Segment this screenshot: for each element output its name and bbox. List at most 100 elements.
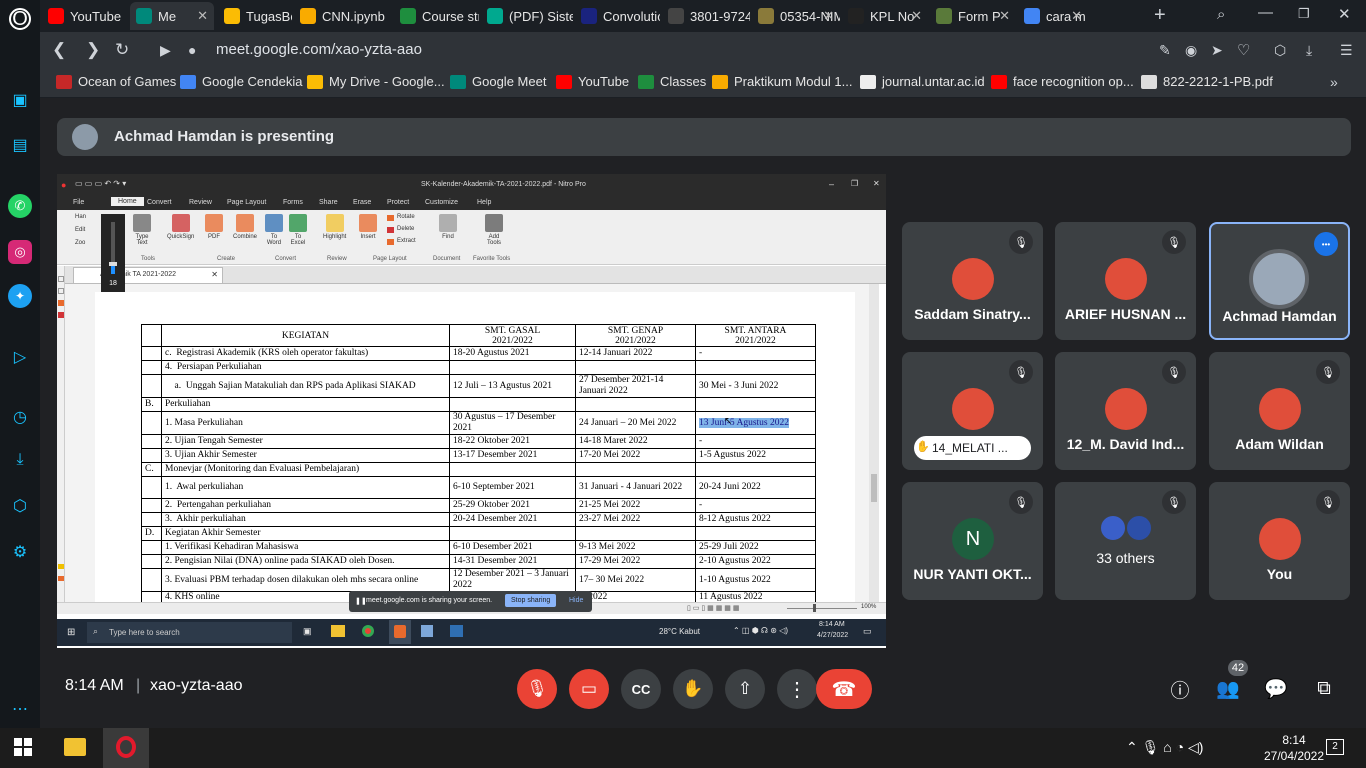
close-tab-icon[interactable]: ✕ <box>197 8 208 24</box>
camera-indicator-icon[interactable]: ▶ <box>160 42 171 59</box>
minimize-button[interactable]: — <box>1258 4 1273 21</box>
participant-tile[interactable]: 12_M. David Ind... 🎙 <box>1055 352 1196 470</box>
whatsapp-icon[interactable]: ✆ <box>8 194 32 218</box>
bookmark-4[interactable]: YouTube <box>556 74 629 89</box>
bookmark-7[interactable]: journal.untar.ac.id <box>860 74 985 89</box>
menu-convert[interactable]: Convert <box>147 199 172 206</box>
nitro-minimize-button[interactable]: – <box>829 179 834 189</box>
url-field[interactable]: meet.google.com/xao-yzta-aao <box>216 41 422 58</box>
close-tab-icon[interactable]: ✕ <box>911 8 922 24</box>
ribbon-rotate[interactable]: Rotate <box>387 214 415 221</box>
zoom-handle[interactable] <box>813 604 816 612</box>
camera-off-button[interactable]: ▭ <box>569 669 609 709</box>
leave-call-button[interactable]: ☎ <box>816 669 872 709</box>
menu-page-layout[interactable]: Page Layout <box>227 199 266 206</box>
workspaces-icon[interactable]: ▣ <box>8 88 32 112</box>
close-tab-icon[interactable]: ✕ <box>1071 8 1082 24</box>
hide-button[interactable]: Hide <box>569 597 583 604</box>
reload-button[interactable]: ↻ <box>115 40 129 60</box>
ribbon-add-tools[interactable]: Add Tools <box>485 214 503 246</box>
document-view[interactable]: KEGIATAN SMT. GASAL 2021/2022 SMT. GENAP 2… <box>65 284 879 604</box>
tab-6[interactable]: Convolutio <box>575 2 660 30</box>
menu-home[interactable]: Home <box>111 197 144 206</box>
nitro-restore-button[interactable]: ❐ <box>851 179 858 188</box>
opera-taskbar-button[interactable] <box>103 728 149 768</box>
people-icon[interactable]: 👥 <box>1216 677 1240 701</box>
twitch-icon[interactable]: ▤ <box>8 133 32 157</box>
raise-hand-button[interactable]: ✋ <box>673 669 713 709</box>
bookmark-6[interactable]: Praktikum Modul 1... <box>712 74 853 89</box>
download-icon[interactable]: ⤓ <box>1306 42 1312 59</box>
photos-icon[interactable] <box>450 625 463 637</box>
tab-0[interactable]: YouTube <box>42 2 128 30</box>
attachments-panel-icon[interactable] <box>58 312 64 318</box>
participant-tile[interactable]: ARIEF HUSNAN ... 🎙 <box>1055 222 1196 340</box>
highlighted-text[interactable]: 13 Juni-5 Agustus 2022 <box>699 417 789 428</box>
tab-8[interactable]: 05354-NIM ✕ <box>752 2 840 30</box>
bookmark-2[interactable]: My Drive - Google... <box>307 74 445 89</box>
participant-tile[interactable]: You 🎙 <box>1209 482 1350 600</box>
ribbon-highlight[interactable]: Highlight <box>323 214 346 240</box>
close-tab-icon[interactable]: ✕ <box>999 8 1010 24</box>
cube-icon[interactable]: ⬡ <box>1274 42 1286 59</box>
mic-off-button[interactable]: 🎙 <box>517 669 557 709</box>
windows-start-icon[interactable]: ⊞ <box>67 627 75 638</box>
opera-logo-icon[interactable]: O <box>9 8 31 30</box>
more-options-button[interactable]: ⋮ <box>777 669 817 709</box>
bookmarks-panel-icon[interactable] <box>58 288 64 294</box>
tab-11[interactable]: cara m ✕ <box>1018 2 1088 30</box>
volume-handle[interactable] <box>109 262 117 266</box>
windows-start-icon[interactable] <box>14 738 32 756</box>
twitter-icon[interactable]: ✦ <box>8 284 32 308</box>
edit-icon[interactable]: ✎ <box>1159 42 1171 59</box>
tab-10[interactable]: Form P ✕ <box>930 2 1016 30</box>
menu-share[interactable]: Share <box>319 199 338 206</box>
participant-tile[interactable]: 33 others 🎙 <box>1055 482 1196 600</box>
forward-button[interactable]: ❯ <box>86 40 100 60</box>
tool-zoo[interactable]: Zoo <box>75 240 85 246</box>
more-icon[interactable]: ⋯ <box>8 697 32 721</box>
restore-button[interactable]: ❐ <box>1298 6 1310 22</box>
menu-file[interactable]: File <box>73 199 84 206</box>
menu-protect[interactable]: Protect <box>387 199 409 206</box>
participant-tile[interactable]: Achmad Hamdan ••• <box>1209 222 1350 340</box>
explorer-icon[interactable] <box>331 625 345 637</box>
bookmark-5[interactable]: Classes <box>638 74 706 89</box>
tab-3[interactable]: CNN.ipynb <box>294 2 392 30</box>
history-icon[interactable]: ◷ <box>8 405 32 429</box>
close-icon[interactable]: ✕ <box>211 270 218 279</box>
menu-forms[interactable]: Forms <box>283 199 303 206</box>
participant-tile[interactable]: N NUR YANTI OKT... 🎙 <box>902 482 1043 600</box>
close-tab-icon[interactable]: ✕ <box>823 8 834 24</box>
tool-han[interactable]: Han <box>75 214 86 220</box>
new-tab-button[interactable]: + <box>1154 4 1166 27</box>
ribbon-to-word[interactable]: To Word <box>265 214 283 246</box>
app-icon[interactable] <box>421 625 433 637</box>
menu-help[interactable]: Help <box>477 199 491 206</box>
ribbon-pdf[interactable]: PDF <box>205 214 223 240</box>
shared-screen[interactable]: ● ▭ ▭ ▭ ↶ ↷ ▾ SK-Kalender-Akademik-TA-20… <box>57 174 886 648</box>
downloads-icon[interactable]: ⤓ <box>8 448 32 472</box>
heart-icon[interactable]: ♡ <box>1237 41 1250 59</box>
ribbon-combine[interactable]: Combine <box>233 214 257 240</box>
snapshot-icon[interactable]: ◉ <box>1185 42 1197 59</box>
bookmark-3[interactable]: Google Meet <box>450 74 546 89</box>
chat-icon[interactable]: 💬 <box>1264 677 1288 701</box>
scrollbar[interactable] <box>869 284 879 602</box>
ribbon-to-excel[interactable]: To Excel <box>289 214 307 246</box>
taskbar-search[interactable]: Type here to search <box>87 622 292 643</box>
pages-panel-icon[interactable] <box>58 276 64 282</box>
bookmark-0[interactable]: Ocean of Games <box>56 74 176 89</box>
menu-customize[interactable]: Customize <box>425 199 458 206</box>
player-icon[interactable]: ▷ <box>8 345 32 369</box>
lock-icon[interactable]: ● <box>188 42 196 58</box>
activities-icon[interactable]: ⧉ <box>1312 677 1336 701</box>
bookmark-1[interactable]: Google Cendekia <box>180 74 302 89</box>
easy-setup-icon[interactable]: ☰ <box>1340 42 1353 59</box>
tab-2[interactable]: TugasBesa <box>218 2 292 30</box>
tab-5[interactable]: (PDF) Siste <box>481 2 573 30</box>
ribbon-find[interactable]: Find <box>439 214 457 240</box>
more-bookmarks-icon[interactable]: » <box>1330 74 1338 90</box>
stamp-panel-icon[interactable] <box>58 576 64 581</box>
chrome-icon[interactable] <box>362 625 374 637</box>
